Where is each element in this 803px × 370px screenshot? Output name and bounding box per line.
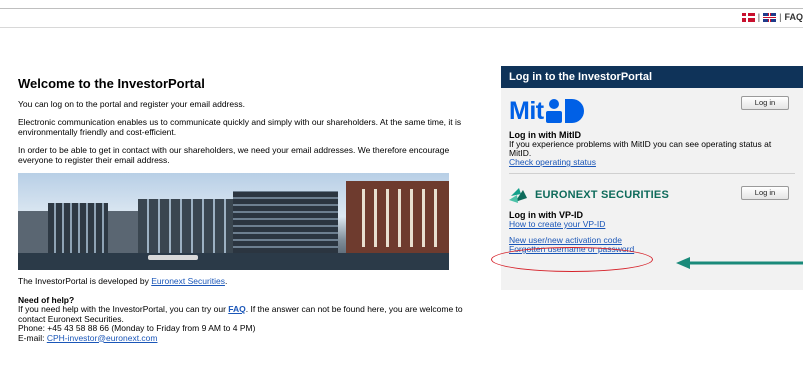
login-panel-title: Log in to the InvestorPortal [501,66,803,88]
mitid-info-text: If you experience problems with MitID yo… [509,139,772,158]
highlight-ellipse [491,247,653,272]
electronic-paragraph: Electronic communication enables us to c… [18,117,462,137]
separator: | [779,12,782,22]
help-text: If you need help with the InvestorPortal… [18,304,468,324]
contact-paragraph: In order to be able to get in contact wi… [18,145,450,165]
vpid-section: EURONEXT SECURITIES Log in Log in with V… [501,174,803,254]
pointer-arrow-icon [676,257,803,269]
danish-flag-icon[interactable] [741,12,755,22]
welcome-section: Welcome to the InvestorPortal You can lo… [18,76,468,343]
operating-status-link[interactable]: Check operating status [509,157,596,167]
intro-paragraph: You can log on to the portal and registe… [18,99,245,109]
euronext-link[interactable]: Euronext Securities [151,276,225,286]
faq-link[interactable]: FAQ [784,12,803,22]
uk-flag-icon[interactable] [763,12,777,22]
mitid-id-icon [545,99,584,123]
mitid-logo-text: Mit [509,97,544,125]
email-line: E-mail: CPH-investor@euronext.com [18,332,468,344]
developed-by-text: The InvestorPortal is developed by [18,276,152,286]
separator: | [757,12,761,22]
mitid-login-button[interactable]: Log in [741,96,789,110]
harbour-photo [18,173,449,270]
mitid-section: Mit Log in Log in with MitID If you expe… [501,88,803,174]
help-faq-link[interactable]: FAQ [228,304,245,314]
period: . [224,276,228,286]
email-label: E-mail: [18,332,47,343]
help-section: Need of help? If you need help with the … [18,295,468,343]
euronext-logo-text: EURONEXT SECURITIES [535,189,669,201]
euronext-logo-icon [509,188,527,203]
page-title: Welcome to the InvestorPortal [18,76,205,91]
top-border [0,8,803,9]
vpid-login-button[interactable]: Log in [741,186,789,200]
language-bar: | | FAQ [741,12,803,22]
help-text-prefix: If you need help with the InvestorPortal… [18,304,229,314]
header-divider [0,27,803,28]
create-vpid-link[interactable]: How to create your VP-ID [509,219,605,229]
developed-by: The InvestorPortal is developed by Euron… [18,276,468,286]
email-link[interactable]: CPH-investor@euronext.com [47,333,158,343]
